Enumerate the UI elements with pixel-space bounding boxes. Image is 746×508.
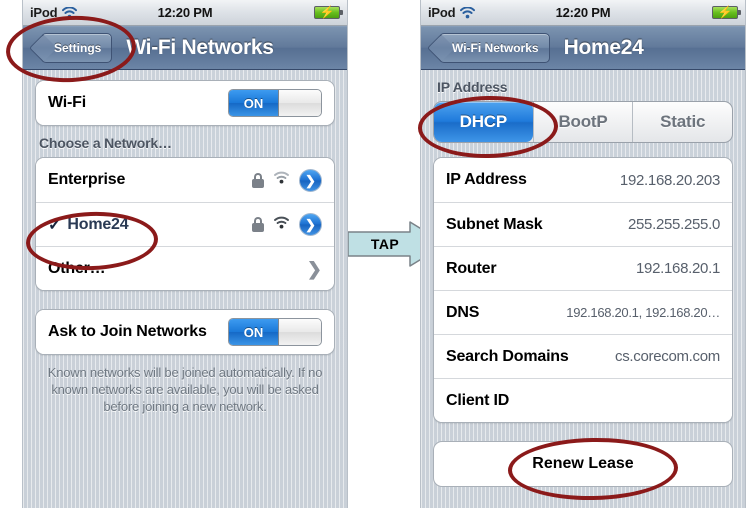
- ip-address-header: IP Address: [437, 79, 508, 95]
- choose-network-header: Choose a Network…: [39, 135, 172, 151]
- phone-left-wifi-networks: iPod 12:20 PM ⚡ Settings Wi-Fi Networks …: [22, 0, 348, 508]
- wifi-toggle-on-label: ON: [229, 90, 279, 116]
- network-row-accessory: ❯: [252, 168, 322, 192]
- status-bar-right: iPod 12:20 PM ⚡: [421, 0, 745, 26]
- renew-lease-button[interactable]: Renew Lease: [433, 441, 733, 487]
- disclosure-chevron-icon[interactable]: ❯: [299, 213, 322, 236]
- settings-back-label: Settings: [54, 40, 102, 55]
- ask-to-join-card: Ask to Join Networks ON: [35, 309, 335, 355]
- network-row-accessory: ❯: [252, 213, 322, 236]
- detail-row-dns[interactable]: DNS 192.168.20.1, 192.168.20…: [434, 290, 732, 334]
- network-name-label: Enterprise: [48, 171, 126, 188]
- battery-charging-icon: ⚡: [314, 5, 343, 19]
- network-row-accessory: ❯: [307, 260, 322, 278]
- wifi-row[interactable]: Wi-Fi ON: [36, 81, 334, 125]
- segment-dhcp[interactable]: DHCP: [434, 102, 533, 142]
- nav-bar-right: Wi-Fi Networks Home24: [421, 26, 745, 70]
- detail-label: Subnet Mask: [446, 215, 543, 233]
- network-row-enterprise[interactable]: Enterprise ❯: [36, 158, 334, 202]
- ip-config-segmented-control[interactable]: DHCP BootP Static: [433, 101, 733, 143]
- lock-icon: [252, 172, 264, 188]
- settings-back-button[interactable]: Settings: [41, 32, 113, 63]
- chevron-right-icon: ❯: [306, 258, 322, 279]
- detail-label: Client ID: [446, 391, 510, 409]
- wifi-toggle-knob[interactable]: [279, 90, 321, 116]
- lock-icon: [252, 217, 264, 232]
- network-row-other[interactable]: Other… ❯: [36, 246, 334, 290]
- ask-to-join-label: Ask to Join Networks: [48, 323, 207, 340]
- ask-to-join-footnote: Known networks will be joined automatica…: [47, 365, 323, 414]
- detail-row-subnet-mask[interactable]: Subnet Mask 255.255.255.0: [434, 202, 732, 246]
- network-row-home24[interactable]: ✓ Home24 ❯: [36, 202, 334, 246]
- ip-details-card: IP Address 192.168.20.203 Subnet Mask 25…: [433, 157, 733, 423]
- network-name-label: Home24: [67, 215, 129, 233]
- ask-to-join-accessory: ON: [228, 318, 322, 346]
- detail-label: Router: [446, 259, 497, 277]
- ask-to-join-row[interactable]: Ask to Join Networks ON: [36, 310, 334, 354]
- segment-static[interactable]: Static: [632, 102, 732, 142]
- battery-charging-icon: ⚡: [712, 5, 741, 19]
- detail-label: Search Domains: [446, 347, 569, 365]
- detail-value: 192.168.20.1: [636, 260, 720, 277]
- nav-bar-left: Settings Wi-Fi Networks: [23, 26, 347, 70]
- content-left: Wi-Fi ON Choose a Network… Enterprise ❯ …: [23, 70, 347, 415]
- detail-row-ip-address[interactable]: IP Address 192.168.20.203: [434, 158, 732, 202]
- clock-label: 12:20 PM: [157, 5, 213, 20]
- charging-bolt-icon: ⚡: [717, 5, 733, 19]
- tap-label: TAP: [370, 236, 400, 252]
- wifi-row-accessory: ON: [228, 89, 322, 117]
- phone-right-home24-details: iPod 12:20 PM ⚡ Wi-Fi Networks Home24 IP…: [420, 0, 746, 508]
- ask-toggle-knob[interactable]: [279, 319, 321, 345]
- charging-bolt-icon: ⚡: [319, 5, 335, 19]
- detail-row-router[interactable]: Router 192.168.20.1: [434, 246, 732, 290]
- wifi-toggle[interactable]: ON: [228, 89, 322, 117]
- status-bar-left: iPod 12:20 PM ⚡: [23, 0, 347, 26]
- checkmark-icon: ✓: [48, 216, 62, 234]
- wifi-signal-icon: [273, 171, 290, 189]
- ask-to-join-toggle[interactable]: ON: [228, 318, 322, 346]
- detail-label: DNS: [446, 303, 480, 321]
- page-title-right: Home24: [563, 35, 644, 59]
- detail-row-client-id[interactable]: Client ID: [434, 378, 732, 422]
- clock-label: 12:20 PM: [555, 5, 611, 20]
- detail-label: IP Address: [446, 171, 527, 188]
- renew-lease-label: Renew Lease: [532, 455, 634, 472]
- detail-row-search-domains[interactable]: Search Domains cs.corecom.com: [434, 334, 732, 378]
- detail-value: 192.168.20.203: [619, 171, 720, 189]
- wifi-networks-back-label: Wi-Fi Networks: [452, 40, 539, 55]
- network-list-card: Enterprise ❯ ✓ Home24 ❯ Other… ❯: [35, 157, 335, 291]
- segment-bootp[interactable]: BootP: [532, 102, 633, 142]
- detail-value: 255.255.255.0: [627, 216, 720, 233]
- ask-toggle-on-label: ON: [229, 319, 279, 345]
- wifi-row-label: Wi-Fi: [48, 94, 86, 111]
- network-name-label: Other…: [48, 259, 106, 277]
- detail-value: cs.corecom.com: [615, 348, 720, 365]
- content-right: IP Address DHCP BootP Static IP Address …: [421, 70, 745, 487]
- wifi-signal-icon: [273, 216, 290, 234]
- wifi-networks-back-button[interactable]: Wi-Fi Networks: [439, 32, 550, 63]
- wifi-toggle-card: Wi-Fi ON: [35, 80, 335, 126]
- disclosure-chevron-icon[interactable]: ❯: [299, 168, 322, 192]
- page-title-left: Wi-Fi Networks: [126, 35, 274, 59]
- detail-value: 192.168.20.1, 192.168.20…: [566, 305, 720, 320]
